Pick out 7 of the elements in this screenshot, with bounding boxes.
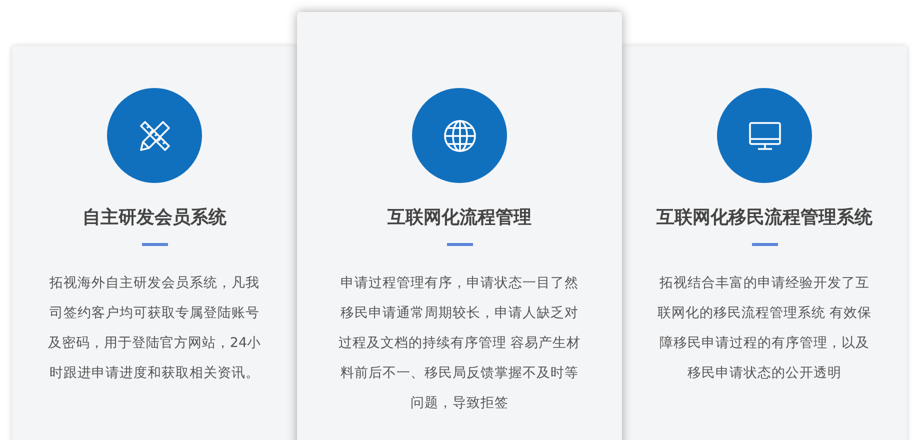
card-description: 拓视海外自主研发会员系统，凡我司签约客户均可获取专属登陆账号及密码，用于登陆官方网站，24小时跟进申请进度和获取相关资讯。 xyxy=(46,274,262,383)
card-title: 互联网化流程管理 xyxy=(388,206,532,229)
card-description: 拓视结合丰富的申请经验开发了互联网化的移民流程管理系统 有效保障移民申请过程的有序管理，以及移民申请状态的公开透明 xyxy=(656,274,873,383)
card-title: 互联网化移民流程管理系统 xyxy=(656,206,872,229)
card-title: 自主研发会员系统 xyxy=(82,206,226,229)
card-description: 申请过程管理有序，申请状态一目了然移民申请通常周期较长，申请人缺乏对过程及文档的持续有序管理 容易产生材料前后不一、移民局反馈掌握不及时等问题，导致拒签 xyxy=(338,274,582,413)
globe-icon xyxy=(442,118,478,154)
